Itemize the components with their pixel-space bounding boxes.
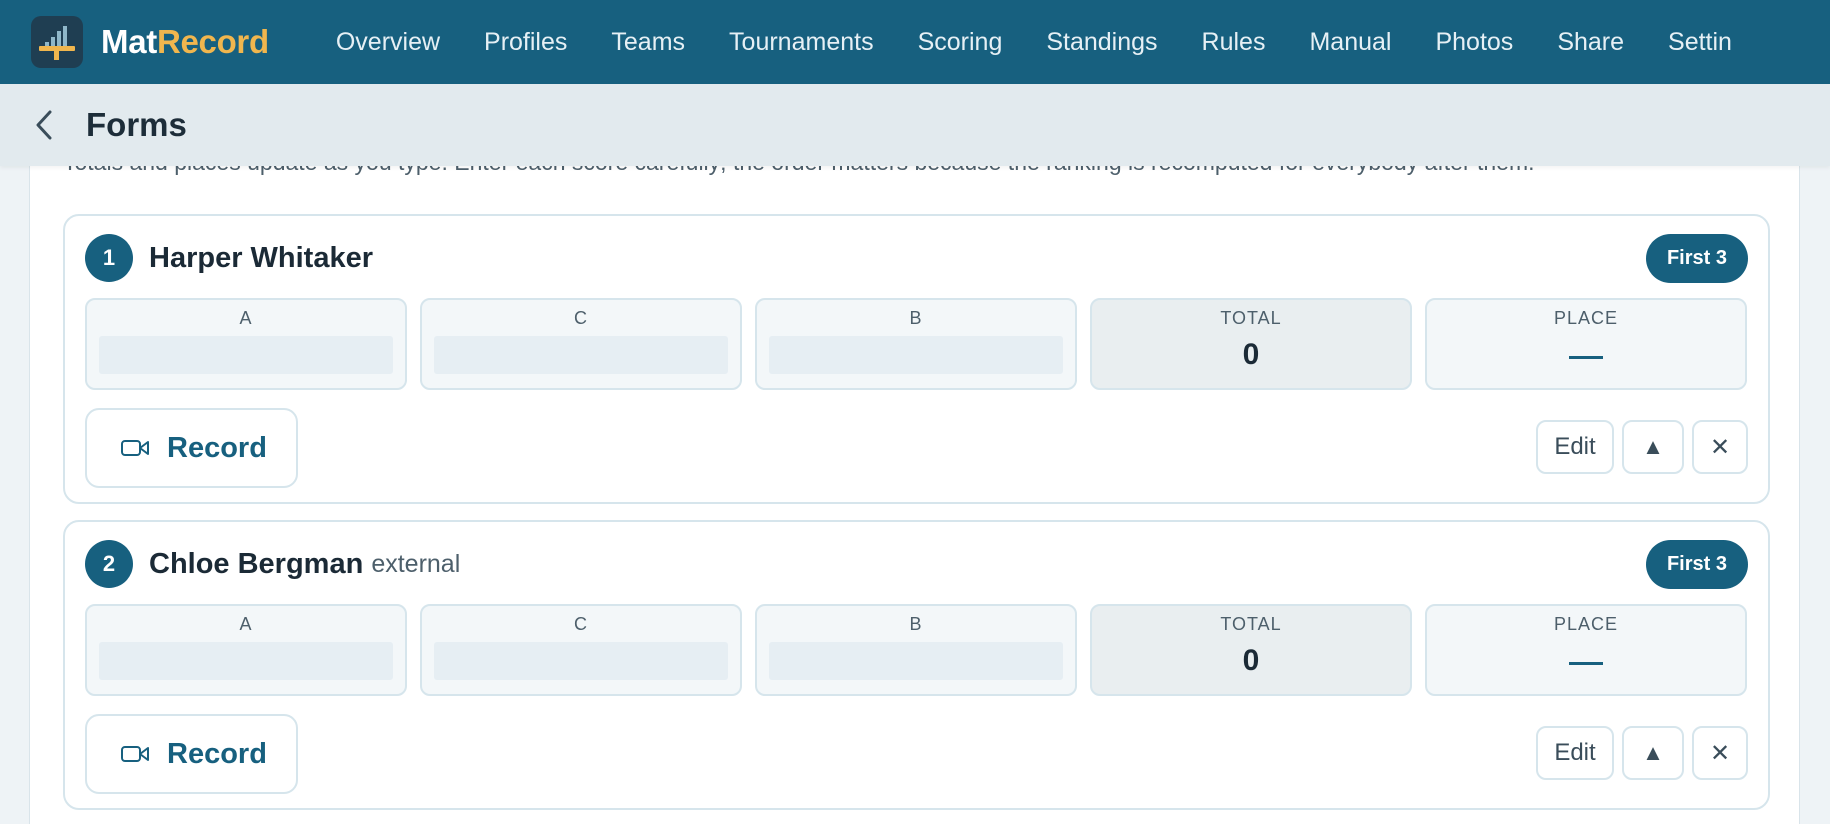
order-number-badge: 2	[85, 540, 133, 588]
nav-item-scoring[interactable]: Scoring	[918, 28, 1003, 57]
nav-item-settings[interactable]: Settin	[1668, 28, 1732, 57]
nav-menu: Overview Profiles Teams Tournaments Scor…	[336, 28, 1776, 57]
total-box: TOTAL 0	[1090, 604, 1412, 696]
nav-item-standings[interactable]: Standings	[1046, 28, 1157, 57]
score-a-box: A	[85, 604, 407, 696]
record-button[interactable]: Record	[85, 714, 298, 794]
record-label: Record	[167, 737, 267, 770]
app-logo-icon	[31, 16, 83, 68]
score-b-input[interactable]	[769, 336, 1063, 374]
brand[interactable]: MatRecord	[31, 16, 269, 68]
record-label: Record	[167, 431, 267, 464]
score-b-input[interactable]	[769, 642, 1063, 680]
place-box: PLACE	[1425, 604, 1747, 696]
nav-item-share[interactable]: Share	[1557, 28, 1624, 57]
order-number-badge: 1	[85, 234, 133, 282]
competitor-card: 1 Harper Whitaker First 3 A C B TOTAL 0	[63, 214, 1770, 504]
move-up-button[interactable]: ▲	[1622, 420, 1684, 474]
record-button[interactable]: Record	[85, 408, 298, 488]
total-label: TOTAL	[1220, 614, 1282, 634]
score-c-box: C	[420, 604, 742, 696]
back-button[interactable]	[24, 105, 64, 145]
nav-item-manual[interactable]: Manual	[1309, 28, 1391, 57]
nav-item-profiles[interactable]: Profiles	[484, 28, 567, 57]
score-label: A	[239, 308, 253, 328]
page-title: Forms	[86, 106, 187, 143]
top-nav: MatRecord Overview Profiles Teams Tourna…	[0, 0, 1830, 84]
total-value: 0	[1242, 338, 1260, 371]
score-a-input[interactable]	[99, 336, 393, 374]
place-value	[1569, 662, 1603, 665]
category-pill[interactable]: First 3	[1645, 540, 1748, 589]
score-label: C	[574, 308, 588, 328]
forms-panel: Totals and places update as you type. En…	[29, 166, 1800, 824]
competitor-tag: external	[371, 549, 461, 578]
intro-text: Totals and places update as you type. En…	[63, 166, 1753, 180]
competitor-name: Chloe Bergman	[149, 547, 364, 580]
competitor-card: 2 Chloe Bergman external First 3 A C B T…	[63, 520, 1770, 810]
place-label: PLACE	[1553, 308, 1619, 328]
nav-item-teams[interactable]: Teams	[611, 28, 685, 57]
chevron-left-icon	[36, 110, 52, 140]
place-box: PLACE	[1425, 298, 1747, 390]
remove-button[interactable]: ✕	[1692, 726, 1748, 780]
score-b-box: B	[755, 298, 1077, 390]
score-label: B	[909, 614, 923, 634]
score-c-input[interactable]	[434, 642, 728, 680]
nav-item-tournaments[interactable]: Tournaments	[729, 28, 874, 57]
score-a-box: A	[85, 298, 407, 390]
score-b-box: B	[755, 604, 1077, 696]
score-a-input[interactable]	[99, 642, 393, 680]
total-box: TOTAL 0	[1090, 298, 1412, 390]
category-pill[interactable]: First 3	[1645, 234, 1748, 283]
video-camera-icon	[120, 744, 150, 764]
score-label: B	[909, 308, 923, 328]
total-label: TOTAL	[1220, 308, 1282, 328]
nav-item-overview[interactable]: Overview	[336, 28, 440, 57]
video-camera-icon	[120, 438, 150, 458]
edit-button[interactable]: Edit	[1536, 726, 1614, 780]
score-c-input[interactable]	[434, 336, 728, 374]
competitor-name: Harper Whitaker	[149, 241, 374, 274]
total-value: 0	[1242, 644, 1260, 677]
app-name: MatRecord	[101, 23, 269, 60]
score-label: C	[574, 614, 588, 634]
page-header: Forms	[0, 84, 1830, 166]
score-c-box: C	[420, 298, 742, 390]
move-up-button[interactable]: ▲	[1622, 726, 1684, 780]
nav-item-rules[interactable]: Rules	[1202, 28, 1266, 57]
remove-button[interactable]: ✕	[1692, 420, 1748, 474]
place-value	[1569, 356, 1603, 359]
nav-item-photos[interactable]: Photos	[1435, 28, 1513, 57]
place-label: PLACE	[1553, 614, 1619, 634]
score-label: A	[239, 614, 253, 634]
edit-button[interactable]: Edit	[1536, 420, 1614, 474]
